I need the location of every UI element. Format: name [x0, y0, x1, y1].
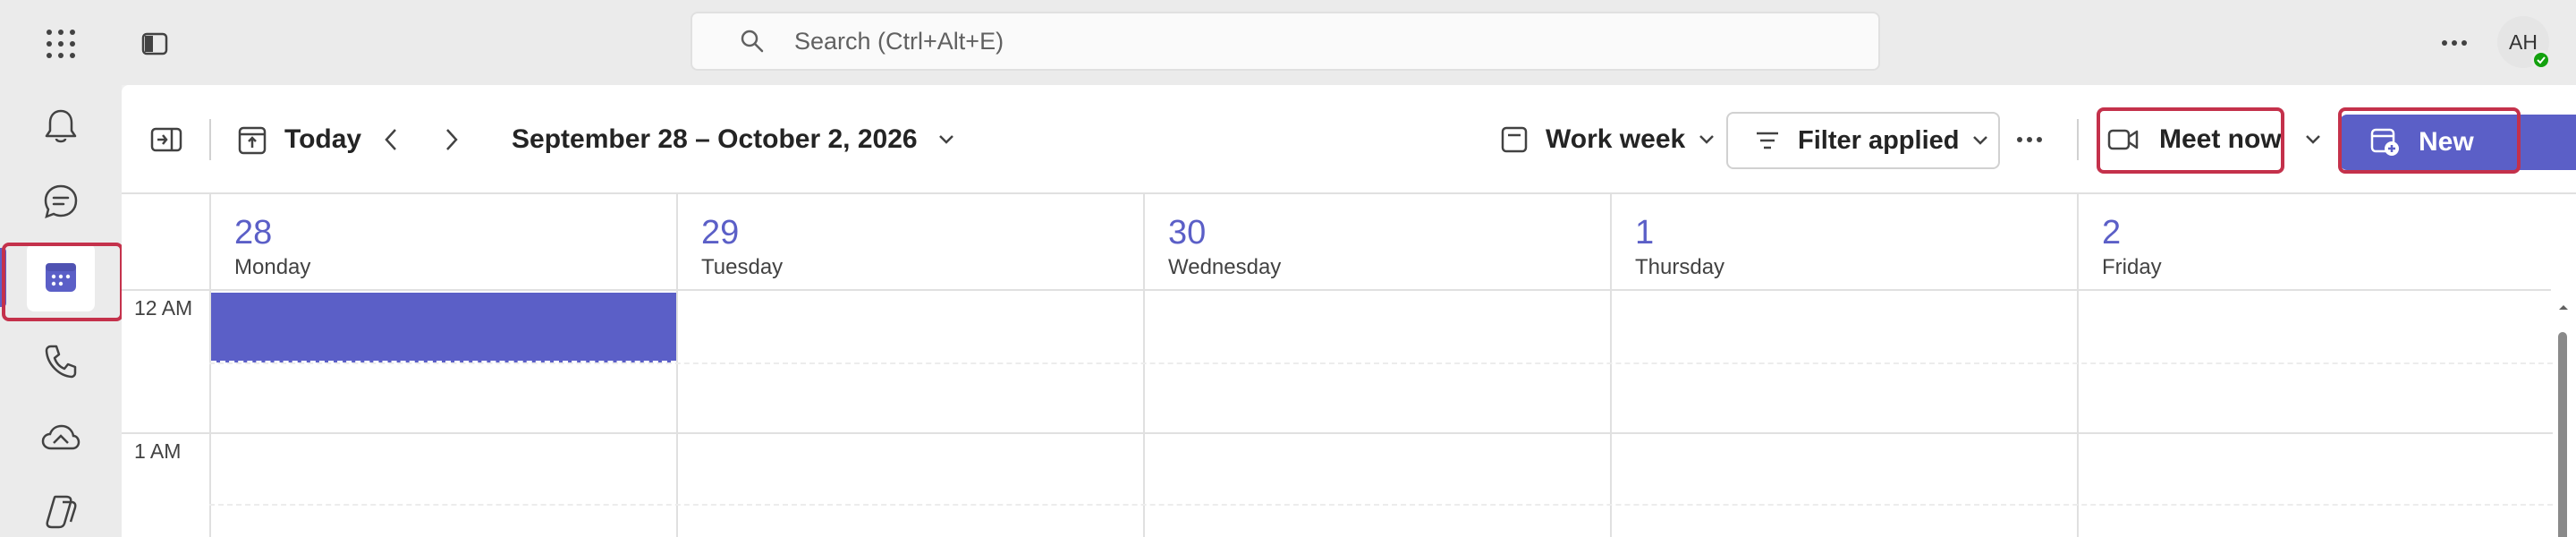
vertical-scrollbar[interactable]	[2551, 291, 2576, 537]
day-name: Wednesday	[1168, 255, 1282, 279]
header-border	[122, 289, 209, 291]
presence-available-icon	[2531, 50, 2551, 70]
chevron-right-icon	[446, 129, 458, 150]
day-header[interactable]: 28 Monday	[209, 194, 676, 291]
day-number: 29	[701, 214, 740, 251]
today-button[interactable]: Today	[238, 113, 361, 166]
today-label: Today	[284, 124, 362, 154]
more-horizontal-icon	[2442, 40, 2467, 46]
new-label: New	[2419, 127, 2474, 157]
day-number: 28	[234, 214, 273, 251]
rail-item-chat[interactable]	[27, 167, 95, 235]
filter-icon	[1757, 132, 1778, 149]
waffle-icon	[47, 30, 75, 58]
day-header[interactable]: 29 Tuesday	[676, 194, 1143, 291]
sidebar-toggle-button[interactable]	[132, 23, 177, 64]
rail-item-copilot[interactable]	[27, 477, 95, 537]
calendar-toolbar: Today September 28 – October 2, 2026 Wor…	[122, 85, 2576, 194]
previous-week-button[interactable]	[381, 113, 402, 166]
day-name: Monday	[234, 255, 311, 279]
column-line	[676, 291, 678, 537]
toolbar-divider	[2077, 119, 2079, 160]
copilot-icon	[46, 495, 77, 529]
search-placeholder: Search (Ctrl+Alt+E)	[794, 27, 1004, 55]
day-number: 2	[2102, 214, 2122, 251]
date-range-label: September 28 – October 2, 2026	[512, 124, 918, 154]
chat-icon	[44, 184, 78, 219]
scrollbar-thumb[interactable]	[2558, 332, 2567, 537]
day-name: Friday	[2102, 255, 2162, 279]
view-switcher-button[interactable]: Work week	[1501, 113, 1716, 166]
selected-time-slot[interactable]	[211, 293, 676, 362]
half-hour-line	[209, 504, 2553, 506]
chevron-down-icon	[1973, 136, 1988, 145]
day-number: 1	[1635, 214, 1655, 251]
half-hour-line	[209, 362, 2553, 364]
avatar-initials: AH	[2509, 30, 2538, 54]
app-launcher-button[interactable]	[36, 23, 86, 64]
calendar-today-icon	[238, 126, 267, 155]
panel-icon	[141, 32, 168, 55]
bell-icon	[45, 109, 77, 143]
calendar-view-icon	[1501, 126, 1528, 153]
meet-now-label: Meet now	[2159, 124, 2282, 154]
day-name: Thursday	[1635, 255, 1725, 279]
calendar-grid: 28 Monday 29 Tuesday 30 Wednesday 1 Thur…	[122, 194, 2576, 537]
more-options-button[interactable]	[2016, 113, 2043, 166]
rail-item-calendar[interactable]	[27, 243, 95, 311]
chevron-down-icon	[1699, 135, 1715, 144]
time-label: 12 AM	[134, 296, 193, 320]
day-header[interactable]: 30 Wednesday	[1143, 194, 1610, 291]
column-line	[1143, 291, 1145, 537]
filter-button[interactable]: Filter applied	[1726, 112, 2000, 169]
hour-line	[122, 432, 2553, 434]
rail-item-activity[interactable]	[27, 92, 95, 160]
chevron-down-icon	[938, 135, 953, 144]
view-label: Work week	[1546, 124, 1686, 154]
day-number: 30	[1168, 214, 1207, 251]
active-indicator	[0, 248, 6, 307]
settings-more-button[interactable]	[2433, 21, 2476, 64]
day-name: Tuesday	[701, 255, 784, 279]
search-icon	[737, 26, 767, 56]
cloud-icon	[41, 424, 80, 450]
more-horizontal-icon	[2017, 137, 2042, 142]
toolbar-divider	[209, 119, 211, 160]
time-label: 1 AM	[134, 439, 182, 463]
filter-label: Filter applied	[1798, 125, 1960, 155]
scroll-up-icon[interactable]	[2558, 303, 2569, 311]
title-bar: Search (Ctrl+Alt+E) AH	[0, 0, 2576, 85]
calendar-icon	[46, 263, 76, 292]
day-header[interactable]: 1 Thursday	[1610, 194, 2077, 291]
phone-icon	[45, 345, 77, 379]
calendar-add-icon	[2370, 128, 2399, 156]
collapse-pane-button[interactable]	[150, 113, 182, 166]
dock-panel-icon	[150, 127, 182, 152]
calendar-pane: Today September 28 – October 2, 2026 Wor…	[122, 85, 2576, 537]
day-header[interactable]: 2 Friday	[2077, 194, 2551, 291]
date-range-picker[interactable]: September 28 – October 2, 2026	[512, 113, 955, 166]
meet-now-button[interactable]: Meet now	[2107, 113, 2282, 166]
rail-item-onedrive[interactable]	[27, 404, 95, 472]
search-box[interactable]: Search (Ctrl+Alt+E)	[691, 12, 1880, 71]
chevron-down-icon	[2306, 135, 2320, 144]
app-rail	[0, 85, 122, 537]
next-week-button[interactable]	[440, 113, 462, 166]
new-meeting-button[interactable]: New	[2340, 115, 2576, 170]
chevron-left-icon	[385, 129, 396, 150]
column-line	[1610, 291, 1612, 537]
column-line	[2077, 291, 2079, 537]
meet-now-dropdown[interactable]	[2304, 113, 2322, 166]
rail-item-calls[interactable]	[27, 327, 95, 395]
video-camera-icon	[2107, 129, 2139, 150]
